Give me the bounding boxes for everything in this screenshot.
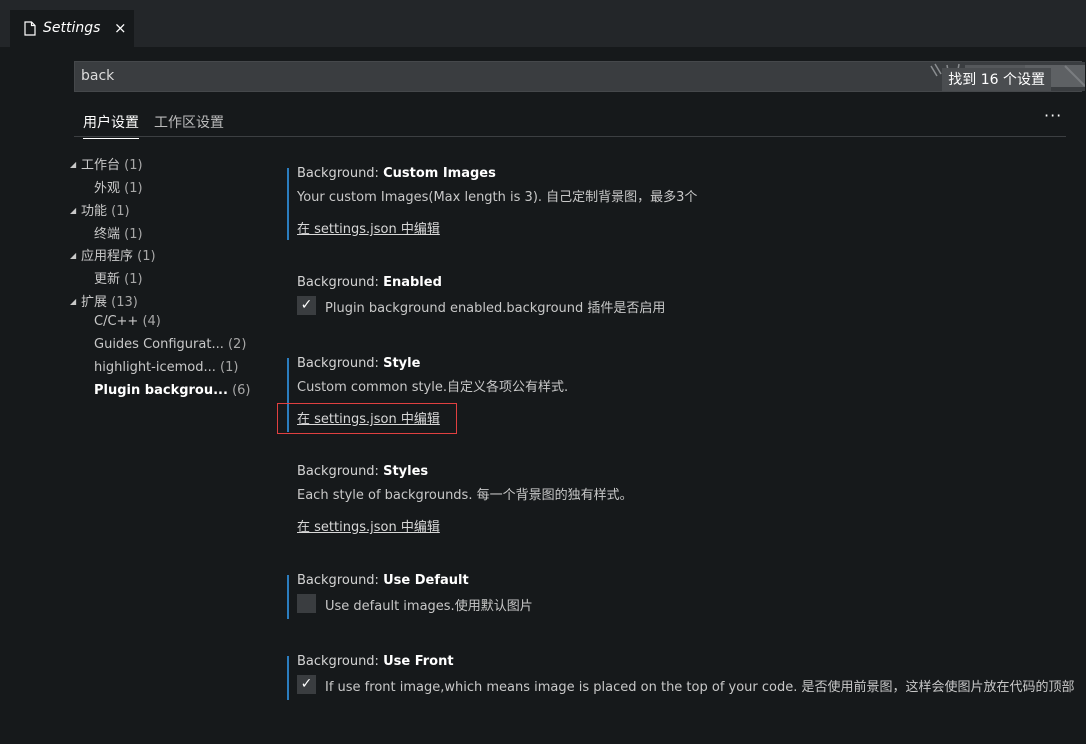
edit-in-settings-json-link[interactable]: 在 settings.json 中编辑 bbox=[297, 218, 440, 237]
toc-item-workbench[interactable]: ◢ 工作台 (1) bbox=[70, 154, 143, 174]
toc-item-plugin-background[interactable]: Plugin backgrou... (6) bbox=[94, 383, 251, 403]
toc-item-guides[interactable]: Guides Configurat... (2) bbox=[94, 337, 246, 357]
checkbox-label: If use front image,which means image is … bbox=[325, 680, 1075, 695]
more-actions-icon[interactable]: ··· bbox=[1044, 106, 1062, 125]
setting-enabled: Background: Enabled ✓ Plugin background … bbox=[287, 269, 1067, 329]
toc-item-features[interactable]: ◢ 功能 (1) bbox=[70, 200, 130, 220]
focus-bar bbox=[287, 168, 289, 240]
toc-item-highlight[interactable]: highlight-icemod... (1) bbox=[94, 360, 238, 380]
setting-title: Background: Use Default bbox=[297, 573, 469, 588]
setting-description: Each style of backgrounds. 每一个背景图的独有样式。 bbox=[297, 488, 633, 503]
toc-item-update[interactable]: 更新 (1) bbox=[94, 268, 143, 288]
focus-bar bbox=[287, 575, 289, 619]
use-default-checkbox[interactable] bbox=[297, 594, 316, 613]
toc-item-application[interactable]: ◢ 应用程序 (1) bbox=[70, 245, 156, 265]
settings-scope-tabs: 用户设置 工作区设置 ··· bbox=[74, 104, 1066, 139]
tab-user-settings[interactable]: 用户设置 bbox=[83, 112, 139, 139]
setting-description: Custom common style.自定义各项公有样式. bbox=[297, 380, 569, 395]
highlight-annotation-box bbox=[277, 403, 457, 434]
toc-item-cpp[interactable]: C/C++ (4) bbox=[94, 314, 161, 334]
setting-styles: Background: Styles Each style of backgro… bbox=[287, 458, 1067, 538]
close-icon[interactable]: × bbox=[114, 19, 127, 37]
toc-item-extensions[interactable]: ◢ 扩展 (13) bbox=[70, 291, 138, 311]
search-value[interactable]: back bbox=[81, 68, 114, 84]
search-input[interactable]: back 找到 16 个设置 bbox=[74, 61, 1085, 92]
checkbox-label: Plugin background enabled.background 插件是… bbox=[325, 301, 666, 316]
tab-bar: Settings × bbox=[0, 10, 1086, 47]
checkbox-label: Use default images.使用默认图片 bbox=[325, 599, 533, 614]
use-front-checkbox[interactable]: ✓ bbox=[297, 675, 316, 694]
expand-triangle-icon: ◢ bbox=[70, 206, 77, 215]
tab-settings[interactable]: Settings × bbox=[10, 10, 134, 47]
setting-title: Background: Styles bbox=[297, 464, 429, 479]
search-result-count: 找到 16 个设置 bbox=[942, 68, 1051, 91]
expand-triangle-icon: ◢ bbox=[70, 251, 77, 260]
expand-triangle-icon: ◢ bbox=[70, 160, 77, 169]
expand-triangle-icon: ◢ bbox=[70, 297, 77, 306]
tab-workspace-settings[interactable]: 工作区设置 bbox=[154, 112, 224, 132]
focus-bar bbox=[287, 656, 289, 700]
setting-custom-images: Background: Custom Images Your custom Im… bbox=[287, 160, 1067, 240]
toc-item-terminal[interactable]: 终端 (1) bbox=[94, 223, 143, 243]
setting-title: Background: Use Front bbox=[297, 654, 454, 669]
setting-description: Your custom Images(Max length is 3). 自己定… bbox=[297, 190, 698, 205]
enabled-checkbox[interactable]: ✓ bbox=[297, 296, 316, 315]
edit-in-settings-json-link[interactable]: 在 settings.json 中编辑 bbox=[297, 516, 440, 535]
setting-title: Background: Custom Images bbox=[297, 166, 496, 181]
title-bar bbox=[0, 0, 1086, 10]
setting-title: Background: Style bbox=[297, 356, 421, 371]
file-icon bbox=[24, 21, 36, 36]
setting-use-default: Background: Use Default Use default imag… bbox=[287, 567, 1067, 627]
toc-item-appearance[interactable]: 外观 (1) bbox=[94, 177, 143, 197]
setting-title: Background: Enabled bbox=[297, 275, 442, 290]
tab-title: Settings bbox=[43, 20, 101, 36]
setting-use-front: Background: Use Front ✓ If use front ima… bbox=[287, 648, 1075, 708]
